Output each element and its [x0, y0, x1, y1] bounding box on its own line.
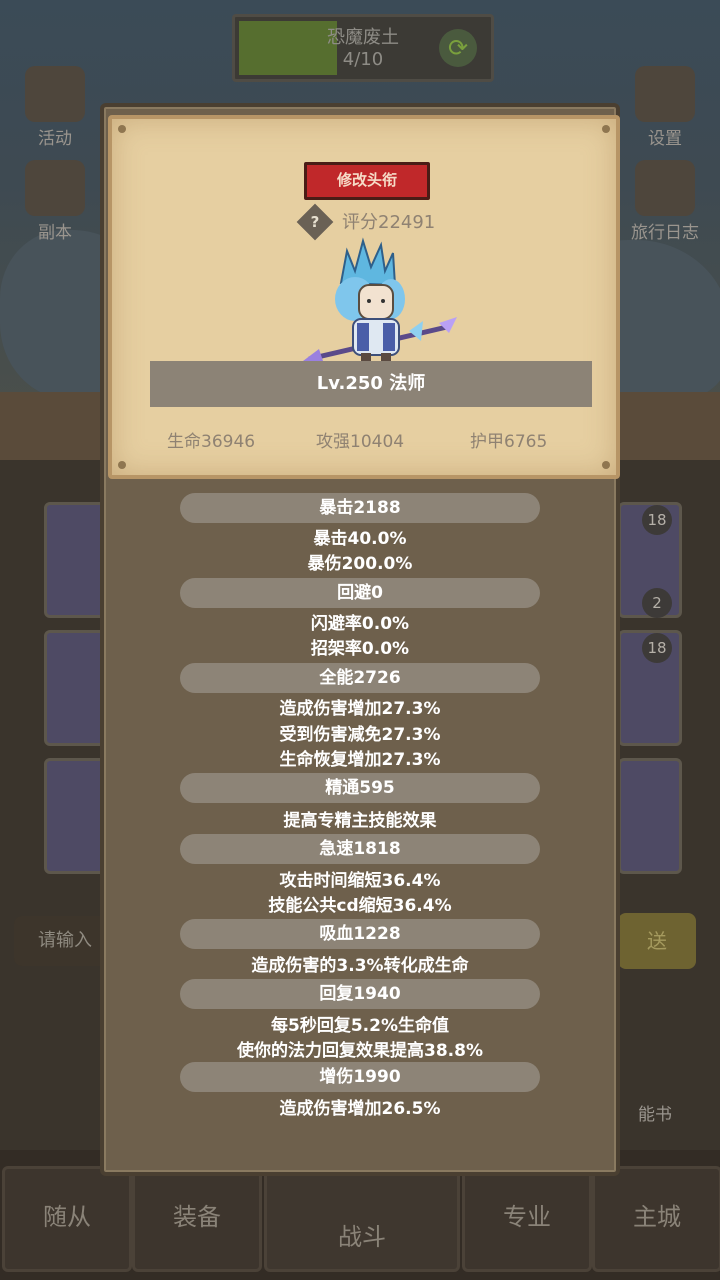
stat-header-damage-bonus: 增伤1990 — [180, 1062, 540, 1092]
refresh-icon[interactable]: ⟳ — [439, 29, 477, 67]
profile-card: 修改头衔 ? 评分22491 Lv.250 法师 生命36946 攻强10404… — [108, 115, 620, 479]
rivet — [118, 125, 126, 133]
tab-main-city[interactable]: 主城 — [592, 1166, 720, 1272]
tab-battle[interactable]: 战斗 — [264, 1166, 460, 1272]
rivet — [118, 461, 126, 469]
stage-progress-bar: 恐魔废土 4/10 ⟳ — [232, 14, 494, 82]
attack-stat: 攻强10404 — [316, 432, 405, 452]
settings-button[interactable]: 设置 — [630, 66, 700, 149]
level-class-banner: Lv.250 法师 — [150, 361, 592, 407]
stat-header-regen: 回复1940 — [180, 979, 540, 1009]
activity-label: 活动 — [38, 129, 72, 149]
change-title-button[interactable]: 修改头衔 — [304, 162, 430, 200]
score-text: 评分22491 — [342, 212, 436, 233]
stat-line: 暴伤200.0% — [307, 554, 413, 574]
stat-line: 招架率0.0% — [310, 639, 410, 659]
rivet — [602, 461, 610, 469]
stat-line: 生命恢复增加27.3% — [279, 750, 441, 770]
book-icon — [635, 160, 695, 216]
tab-profession[interactable]: 专业 — [462, 1166, 592, 1272]
stat-line: 造成伤害增加26.5% — [279, 1099, 441, 1119]
rivet — [602, 125, 610, 133]
tab-battle-label: 战斗 — [338, 1223, 386, 1251]
character-stats-modal: 修改头衔 ? 评分22491 Lv.250 法师 生命36946 攻强10404… — [100, 103, 620, 1176]
stat-line: 暴击40.0% — [313, 529, 407, 549]
dungeon-label: 副本 — [38, 223, 72, 243]
gear-icon — [635, 66, 695, 122]
stat-line: 造成伤害的3.3%转化成生命 — [251, 956, 469, 976]
item-slot[interactable] — [44, 758, 108, 874]
count-badge: 2 — [642, 588, 672, 618]
armor-stat: 护甲6765 — [470, 432, 548, 452]
item-slot[interactable] — [618, 758, 682, 874]
scroll-icon — [25, 66, 85, 122]
count-badge: 18 — [642, 505, 672, 535]
count-badge: 18 — [642, 633, 672, 663]
stat-line: 使你的法力回复效果提高38.8% — [237, 1041, 483, 1061]
stat-header-haste: 急速1818 — [180, 834, 540, 864]
help-icon[interactable]: ? — [296, 203, 334, 241]
settings-label: 设置 — [648, 129, 682, 149]
send-button[interactable]: 送 — [618, 913, 696, 969]
tab-followers[interactable]: 随从 — [2, 1166, 132, 1272]
item-slot[interactable] — [44, 502, 108, 618]
stat-line: 提高专精主技能效果 — [283, 811, 437, 831]
stat-header-lifesteal: 吸血1228 — [180, 919, 540, 949]
tab-equipment[interactable]: 装备 — [132, 1166, 262, 1272]
item-slot[interactable] — [44, 630, 108, 746]
stat-line: 技能公共cd缩短36.4% — [268, 896, 452, 916]
stat-header-dodge: 回避0 — [180, 578, 540, 608]
stat-line: 受到伤害减免27.3% — [279, 725, 441, 745]
activity-button[interactable]: 活动 — [20, 66, 90, 149]
stat-line: 每5秒回复5.2%生命值 — [271, 1016, 449, 1036]
stat-line: 造成伤害增加27.3% — [279, 699, 441, 719]
stat-line: 闪避率0.0% — [310, 614, 410, 634]
dungeon-button[interactable]: 副本 — [20, 160, 90, 243]
stat-header-crit: 暴击2188 — [180, 493, 540, 523]
stat-header-mastery: 精通595 — [180, 773, 540, 803]
stat-line: 攻击时间缩短36.4% — [279, 871, 441, 891]
skill-book-label: 能书 — [638, 1105, 672, 1125]
travel-log-button[interactable]: 旅行日志 — [620, 160, 710, 243]
mage-character-sprite — [303, 237, 457, 367]
portal-icon — [25, 160, 85, 216]
travel-log-label: 旅行日志 — [631, 223, 699, 243]
stat-header-versatility: 全能2726 — [180, 663, 540, 693]
hp-stat: 生命36946 — [167, 432, 256, 452]
